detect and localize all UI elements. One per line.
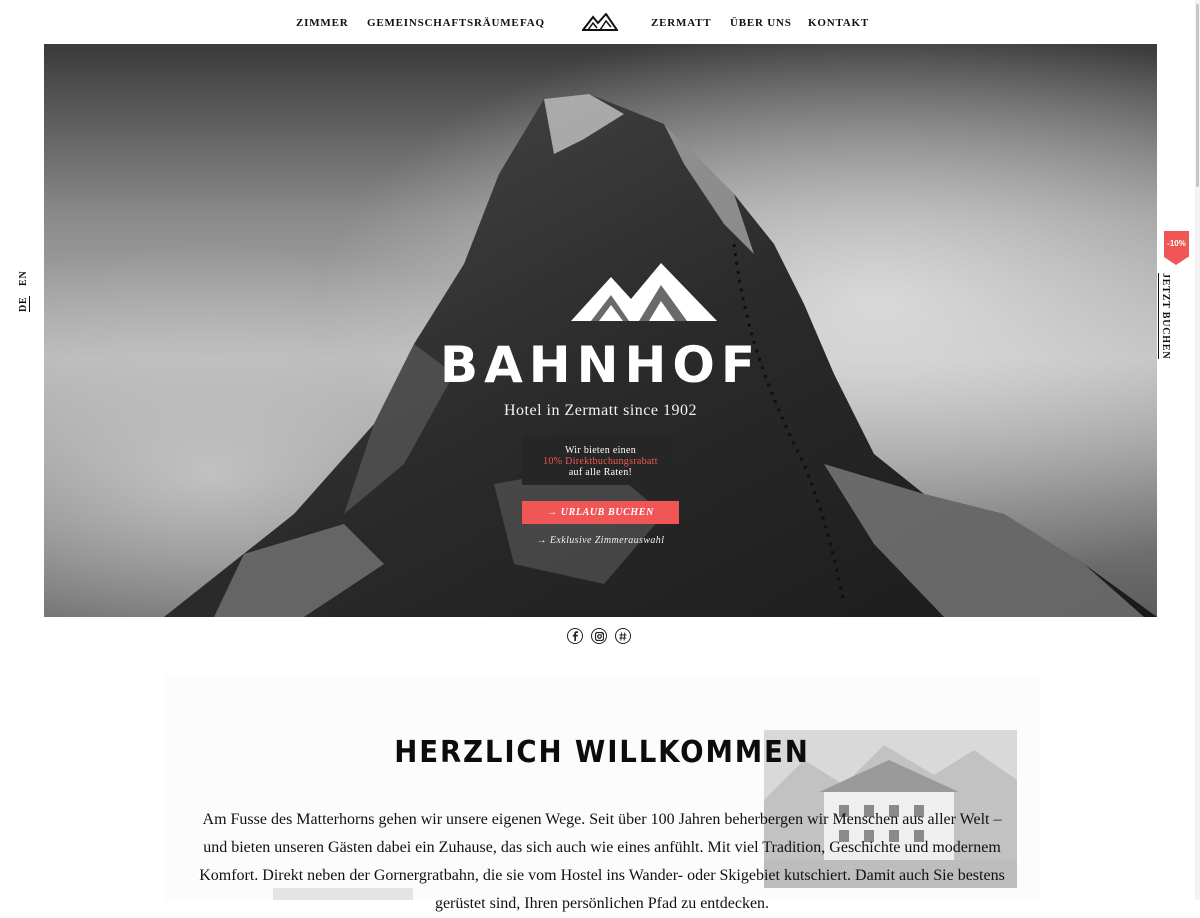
welcome-text: Am Fusse des Matterhorns gehen wir unser… xyxy=(164,806,1040,918)
welcome-line-3: Komfort. Direkt neben der Gornergratbahn… xyxy=(199,867,1005,884)
mountain-logo-icon[interactable] xyxy=(582,13,618,31)
promo-line-3: auf alle Raten! xyxy=(568,467,633,478)
promo-highlight: 10% Direktbuchungsrabatt xyxy=(543,456,658,467)
hero-subtitle: Hotel in Zermatt since 1902 xyxy=(503,402,697,419)
welcome-line-4: gerüstet sind, Ihren persönlichen Pfad z… xyxy=(434,895,770,912)
nav-link-zermatt[interactable]: ZERMATT xyxy=(651,17,711,29)
language-de[interactable]: DE xyxy=(18,296,30,312)
promo-line-1: Wir bieten einen xyxy=(564,445,637,456)
nav-link-zimmer[interactable]: ZIMMER xyxy=(296,17,348,29)
hero-title: BAHNHOF xyxy=(439,336,761,394)
book-holiday-button[interactable]: → URLAUB BUCHEN xyxy=(522,501,679,524)
nav-link-faq[interactable]: FAQ xyxy=(520,17,545,29)
promo-box: Wir bieten einen 10% Direktbuchungsrabat… xyxy=(522,436,679,485)
welcome-line-1: Am Fusse des Matterhorns gehen wir unser… xyxy=(202,811,1002,828)
scrollbar-thumb[interactable] xyxy=(1196,4,1199,187)
book-now-tab[interactable]: JETZT BUCHEN xyxy=(1158,273,1171,360)
instagram-icon[interactable] xyxy=(591,628,607,644)
nav-link-kontakt[interactable]: KONTAKT xyxy=(808,17,869,29)
hashtag-icon[interactable] xyxy=(615,628,631,644)
matterhorn-photo xyxy=(44,44,1157,617)
language-switcher: DE EN xyxy=(12,266,36,316)
social-links xyxy=(567,628,635,648)
welcome-title: HERZLICH WILLKOMMEN xyxy=(394,735,810,770)
hero-section: BAHNHOF Hotel in Zermatt since 1902 Wir … xyxy=(44,44,1157,617)
discount-badge[interactable]: -10% xyxy=(1164,231,1189,265)
welcome-line-2: und bieten unseren Gästen dabei ein Zuha… xyxy=(203,839,1001,856)
nav-link-ueber-uns[interactable]: ÜBER UNS xyxy=(730,17,792,29)
top-navigation: ZIMMER GEMEINSCHAFTSRÄUME FAQ ZERMATT ÜB… xyxy=(0,0,1200,44)
exclusive-rooms-link[interactable]: → Exklusive Zimmerauswahl xyxy=(522,535,679,546)
language-en[interactable]: EN xyxy=(18,271,29,287)
bahnhof-logo-icon xyxy=(571,263,717,321)
facebook-icon[interactable] xyxy=(567,628,583,644)
nav-link-gemeinschaftsraeume[interactable]: GEMEINSCHAFTSRÄUME xyxy=(367,17,520,29)
